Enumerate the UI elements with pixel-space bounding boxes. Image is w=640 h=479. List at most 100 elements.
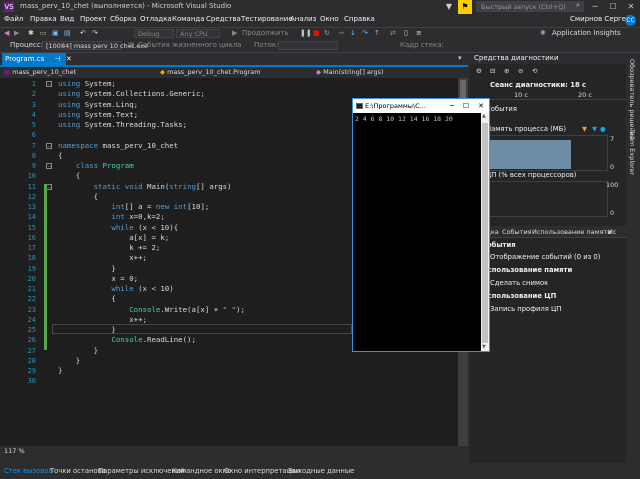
step-into-icon[interactable]: ↓ <box>350 29 356 37</box>
scroll-down-icon[interactable]: ▼ <box>482 344 486 350</box>
code-line[interactable]: int x=0,k=2; <box>58 212 164 221</box>
platform-select[interactable]: Any CPU <box>176 29 220 38</box>
tab-output[interactable]: Выходные данные <box>288 467 354 475</box>
show-events-link[interactable]: Отображение событий (0 из 0) <box>490 253 600 261</box>
close-button[interactable]: ✕ <box>622 0 640 14</box>
menu-edit[interactable]: Правка <box>30 15 57 23</box>
step-over-icon[interactable]: ↷ <box>362 29 368 37</box>
code-line[interactable]: { <box>58 171 80 180</box>
console-minimize-button[interactable]: ─ <box>445 99 459 113</box>
tab-call-stack[interactable]: Стек вызовов <box>4 467 52 475</box>
code-line[interactable]: using System.Collections.Generic; <box>58 89 205 98</box>
menu-analyze[interactable]: Анализ <box>290 15 316 23</box>
menu-team[interactable]: Команда <box>172 15 205 23</box>
code-line[interactable]: while (x < 10) <box>58 284 173 293</box>
code-line[interactable]: x = 0; <box>58 274 138 283</box>
save-icon[interactable]: ▣ <box>52 29 59 37</box>
team-explorer-tab[interactable]: Team Explorer <box>628 129 636 175</box>
tab-events[interactable]: События <box>502 228 532 236</box>
take-snapshot-button[interactable]: Сделать снимок <box>490 279 548 287</box>
hex-display-icon[interactable]: ⇄ <box>390 29 396 37</box>
minimize-button[interactable]: ─ <box>586 0 604 14</box>
close-icon[interactable]: ✕ <box>66 55 72 63</box>
lifecycle-events-button[interactable]: События жизненного цикла <box>138 41 241 49</box>
zoom-out-icon[interactable]: ⊖ <box>518 67 523 75</box>
class-selector[interactable]: ◆ mass_perv_10_chet.Program <box>160 68 310 77</box>
solution-explorer-tab[interactable]: Обозреватель решений <box>628 59 636 140</box>
menu-window[interactable]: Окно <box>320 15 339 23</box>
user-name[interactable]: Смирнов Сергей <box>570 15 631 23</box>
save-all-icon[interactable]: ▤ <box>64 29 71 37</box>
restart-icon[interactable]: ↻ <box>324 29 330 37</box>
menu-build[interactable]: Сборка <box>110 15 136 23</box>
code-line[interactable]: Console.Write(a[x] + " "); <box>58 305 245 314</box>
console-scroll-thumb[interactable] <box>482 123 488 343</box>
code-line[interactable]: Console.ReadLine(); <box>58 335 196 344</box>
zoom-level[interactable]: 117 % <box>4 447 25 455</box>
console-scrollbar[interactable]: ▲ ▼ <box>481 113 489 351</box>
project-selector[interactable]: ■ mass_perv_10_chet <box>4 68 154 77</box>
pin-icon[interactable]: ⊣ <box>55 55 61 63</box>
code-line[interactable]: x++; <box>58 315 147 324</box>
menu-view[interactable]: Вид <box>60 15 74 23</box>
code-line[interactable]: { <box>58 192 98 201</box>
code-line[interactable]: } <box>58 264 115 273</box>
break-all-icon[interactable]: ❚❚ <box>300 29 312 37</box>
open-file-icon[interactable]: ▭ <box>40 29 47 37</box>
select-tools-icon[interactable]: ⊟ <box>490 67 495 75</box>
forward-icon[interactable]: ▶ <box>14 29 19 37</box>
avatar[interactable]: СС <box>625 15 636 26</box>
code-line[interactable]: class Program <box>58 161 134 170</box>
code-line[interactable]: k += 2; <box>58 243 160 252</box>
settings-icon[interactable]: ⚙ <box>476 67 482 75</box>
tab-program-cs[interactable]: Program.cs ⊣ ✕ <box>2 53 72 65</box>
back-icon[interactable]: ◀ <box>4 29 9 37</box>
feedback-flag-icon[interactable]: ⚑ <box>458 0 472 14</box>
record-cpu-profile-button[interactable]: Запись профиля ЦП <box>490 305 561 313</box>
console-maximize-button[interactable]: ☐ <box>459 99 473 113</box>
code-line[interactable]: } <box>58 366 62 375</box>
console-close-button[interactable]: ✕ <box>474 99 488 113</box>
bookmark-icon[interactable]: ▯ <box>404 29 408 37</box>
tab-memory-usage[interactable]: Использование памяти <box>532 228 612 236</box>
menu-test[interactable]: Тестирование <box>241 15 293 23</box>
maximize-button[interactable]: ☐ <box>604 0 622 14</box>
process-select[interactable]: [10084] mass perv 10 chet.exe <box>42 41 148 50</box>
undo-icon[interactable]: ↶ <box>80 29 86 37</box>
quick-launch-input[interactable]: Быстрый запуск (Ctrl+Q) <box>476 1 584 12</box>
menu-debug[interactable]: Отладка <box>140 15 172 23</box>
code-line[interactable]: { <box>58 294 115 303</box>
redo-icon[interactable]: ↷ <box>92 29 98 37</box>
show-next-statement-icon[interactable]: → <box>338 29 344 37</box>
play-icon[interactable]: ▶ <box>232 29 237 37</box>
code-line[interactable]: while (x < 10){ <box>58 223 178 232</box>
code-line[interactable]: using System.Text; <box>58 110 138 119</box>
code-line[interactable]: { <box>58 151 62 160</box>
collapse-toggle-icon[interactable]: − <box>46 142 52 149</box>
code-line[interactable]: int[] a = new int[10]; <box>58 202 209 211</box>
code-line[interactable]: a[x] = k; <box>58 233 169 242</box>
new-project-icon[interactable]: ✱ <box>28 29 34 37</box>
notifications-filter-icon[interactable]: ▼ <box>442 0 456 14</box>
application-insights-button[interactable]: Application Insights <box>552 29 621 37</box>
tab-command-window[interactable]: Командное окно <box>172 467 231 475</box>
code-line[interactable]: } <box>58 356 80 365</box>
continue-button[interactable]: Продолжить <box>242 29 289 37</box>
code-line[interactable]: x++; <box>58 253 147 262</box>
menu-help[interactable]: Справка <box>344 15 375 23</box>
zoom-in-icon[interactable]: ⊕ <box>504 67 509 75</box>
code-line[interactable]: namespace mass_perv_10_chet <box>58 141 178 150</box>
menu-tools[interactable]: Средства <box>206 15 241 23</box>
application-insights-icon[interactable]: ✺ <box>540 29 546 37</box>
stop-debugging-icon[interactable]: ■ <box>313 29 320 37</box>
collapse-toggle-icon[interactable]: − <box>46 81 52 88</box>
comment-icon[interactable]: ≡ <box>416 29 422 37</box>
reset-view-icon[interactable]: ⟲ <box>532 67 537 75</box>
chevron-down-icon[interactable]: ▾ <box>458 54 462 62</box>
step-out-icon[interactable]: ↑ <box>374 29 380 37</box>
menu-file[interactable]: Файл <box>4 15 23 23</box>
member-selector[interactable]: ◆ Main(string[] args) <box>316 68 466 77</box>
code-line[interactable]: using System.Threading.Tasks; <box>58 120 187 129</box>
menu-project[interactable]: Проект <box>80 15 107 23</box>
configuration-select[interactable]: Debug <box>134 29 174 38</box>
